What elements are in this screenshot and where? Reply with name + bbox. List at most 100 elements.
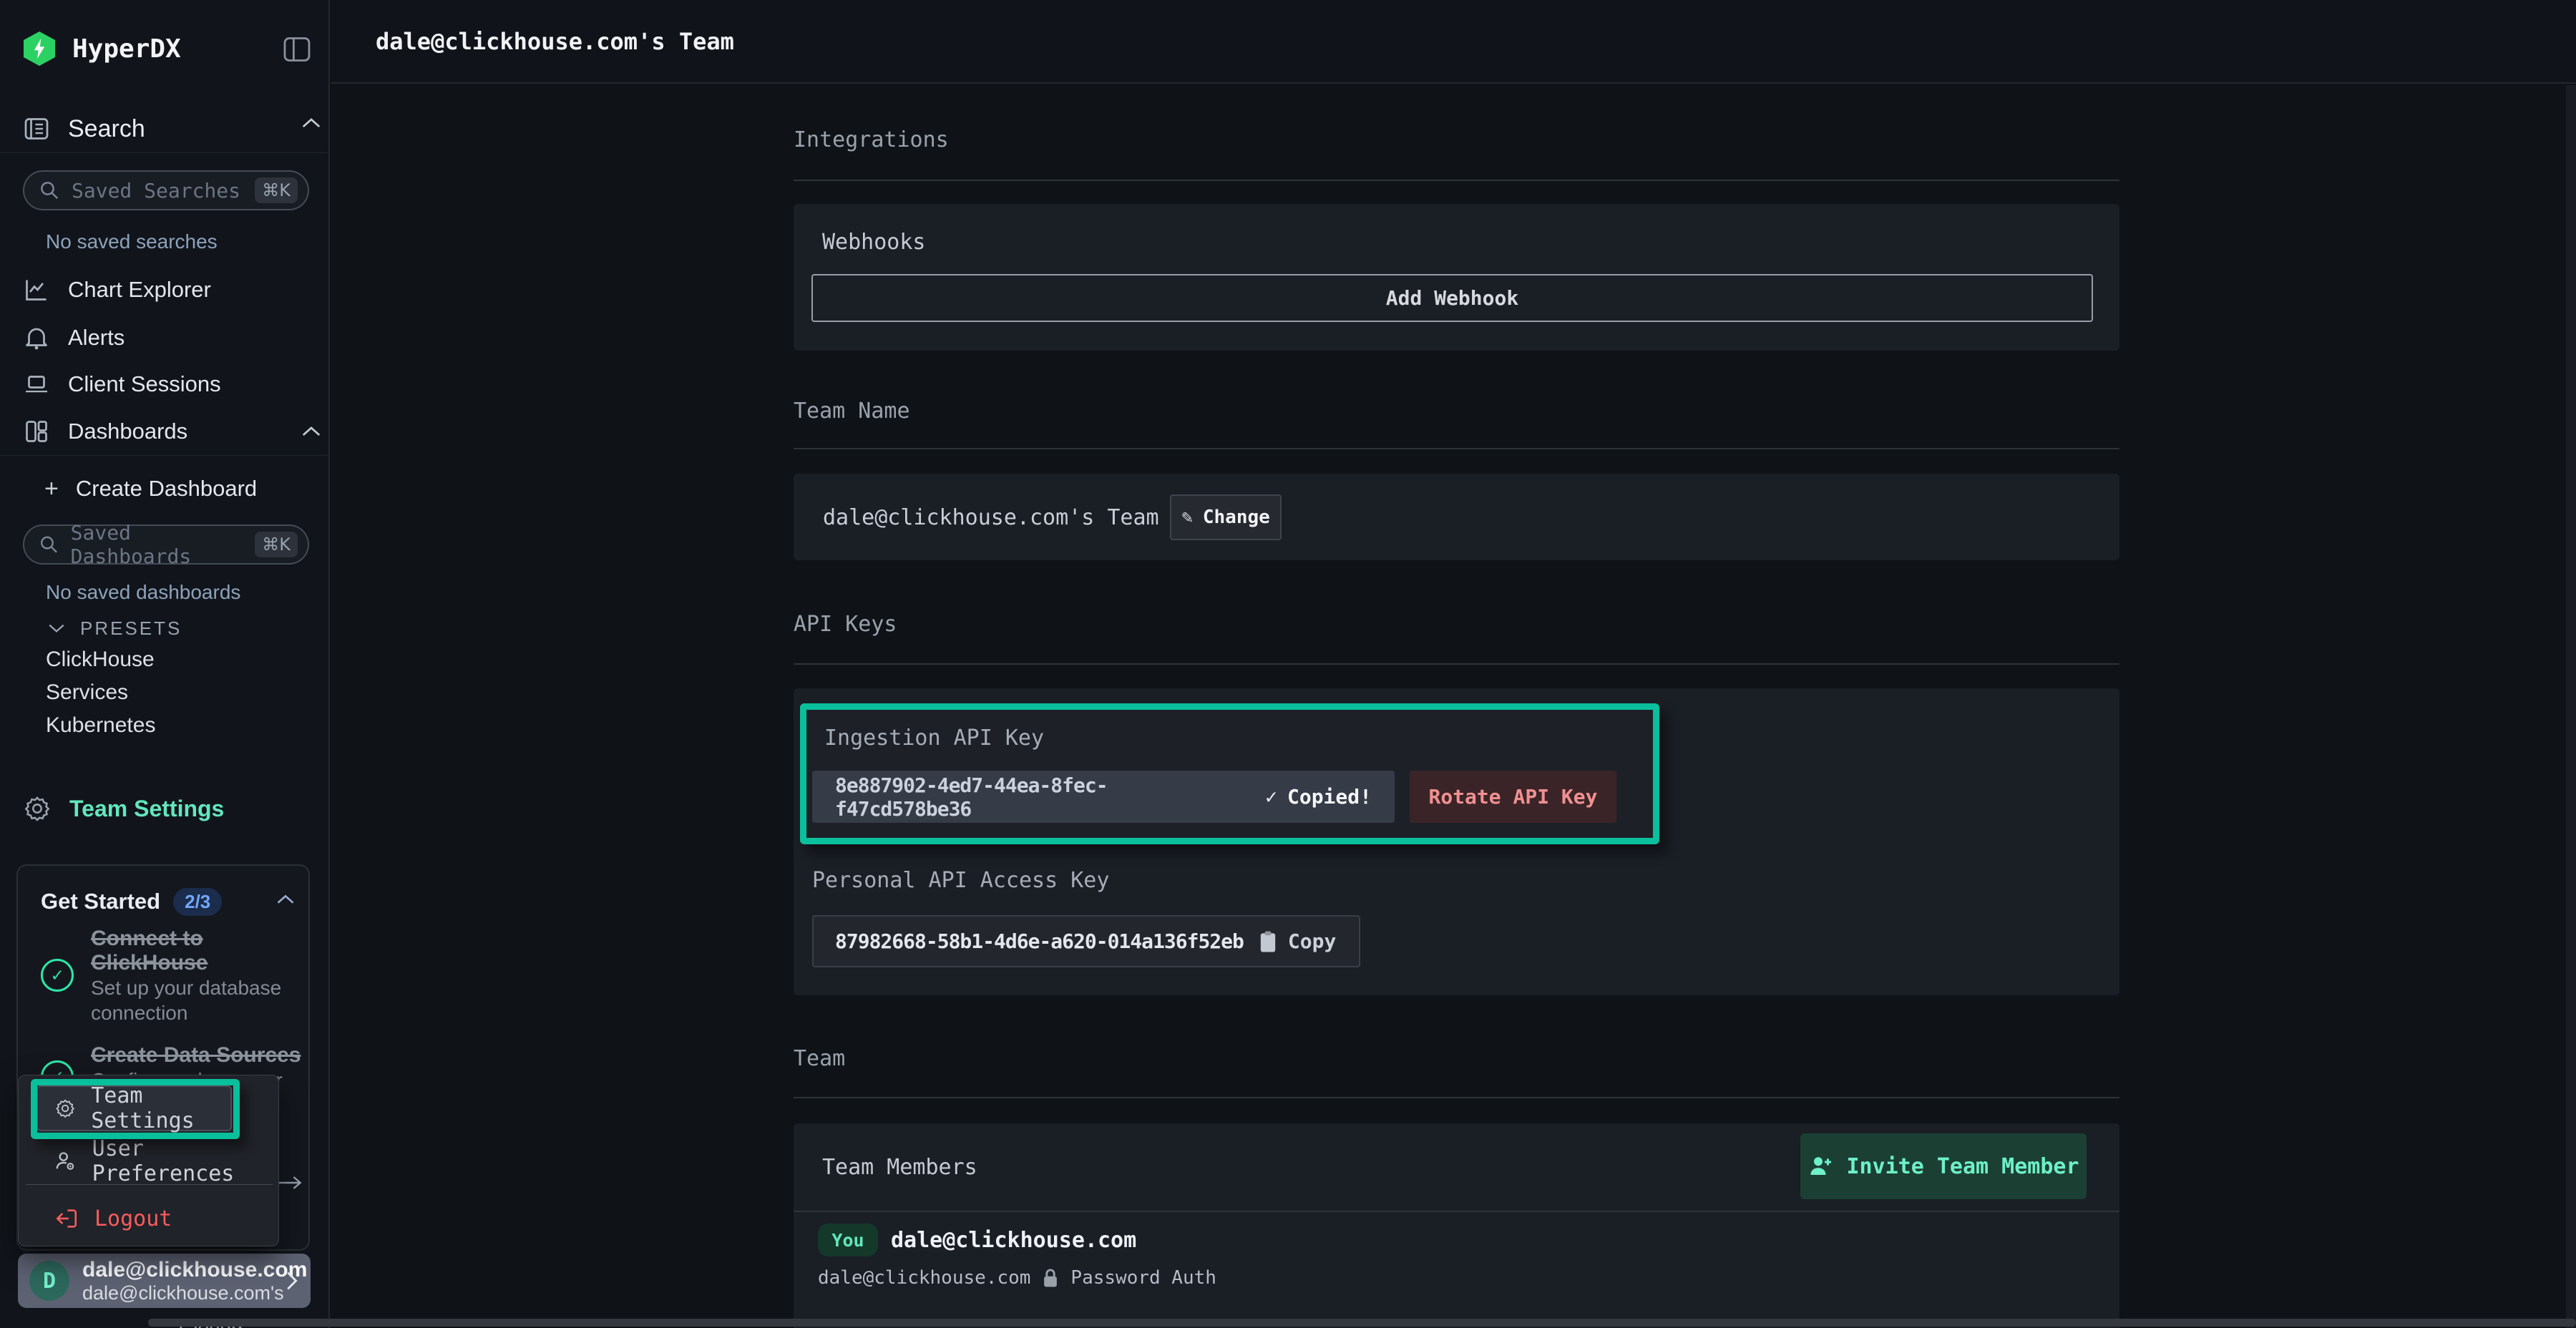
user-gear-icon [54,1149,77,1173]
saved-searches-input[interactable]: Saved Searches ⌘K [23,170,309,210]
collapse-sidebar-button[interactable] [283,37,311,62]
annotation-box-team-settings [31,1079,240,1139]
copy-label: Copy [1288,929,1336,953]
get-started-item-title: ClickHouse [91,951,298,975]
sidebar-item-dashboards[interactable]: Dashboards [24,417,187,446]
sidebar-section-search[interactable]: Search [24,109,145,149]
vertical-scrollbar[interactable] [2566,85,2576,1328]
no-saved-dashboards-text: No saved dashboards [46,581,240,604]
add-webhook-button[interactable]: Add Webhook [811,274,2093,322]
sidebar-item-alerts[interactable]: Alerts [24,323,125,352]
bell-icon [24,325,49,351]
sidebar-item-label: Dashboards [68,419,187,444]
shortcut-badge: ⌘K [255,532,298,557]
preset-services[interactable]: Services [46,680,128,705]
section-title-api-keys: API Keys [794,612,897,637]
plus-icon: + [44,475,59,503]
sidebar-item-label: Client Sessions [68,371,221,397]
section-divider [794,180,2119,181]
menu-item-logout[interactable]: Logout [54,1201,172,1236]
clipboard-icon [1258,930,1278,953]
saved-dashboards-placeholder: Saved Dashboards [71,521,255,568]
preset-kubernetes[interactable]: Kubernetes [46,713,155,738]
no-saved-searches-text: No saved searches [46,230,218,253]
sidebar: HyperDX Search Saved Searches ⌘K No save… [0,0,330,1328]
ingestion-key-value: 8e887902-4ed7-44ea-8fec-f47cd578be36 [835,773,1236,821]
invite-team-member-button[interactable]: Invite Team Member [1800,1133,2087,1199]
sidebar-item-label: Alerts [68,325,125,351]
sidebar-item-team-settings[interactable]: Team Settings [24,793,224,824]
menu-item-user-preferences[interactable]: User Preferences [54,1144,278,1178]
api-keys-panel: Ingestion API Key 8e887902-4ed7-44ea-8fe… [794,688,2119,995]
user-email: dale@clickhouse.com [82,1258,285,1282]
webhooks-panel: Webhooks Add Webhook [794,204,2119,351]
change-label: Change [1203,507,1270,528]
team-settings-label: Team Settings [69,796,224,822]
search-icon [39,534,59,555]
search-section-icon [24,116,49,142]
check-circle-icon: ✓ [41,959,74,992]
app-root: HyperDX Search Saved Searches ⌘K No save… [0,0,2576,1328]
sidebar-item-client-sessions[interactable]: Client Sessions [24,370,221,399]
section-title-integrations: Integrations [794,127,949,152]
user-plus-icon [1807,1153,1833,1179]
personal-key-chip[interactable]: 87982668-58b1-4d6e-a620-014a136f52eb Cop… [812,915,1360,967]
check-icon: ✓ [1265,785,1277,809]
chart-explorer-icon [24,277,49,303]
team-name-panel: dale@clickhouse.com's Team ✎ Change [794,474,2119,560]
pencil-icon: ✎ [1181,507,1193,528]
ingestion-key-label: Ingestion API Key [824,726,1044,751]
chevron-down-icon [47,622,66,635]
saved-searches-placeholder: Saved Searches [72,179,240,202]
team-panel: Team Members Invite Team Member You dale… [794,1123,2119,1328]
hyperdx-logo-icon [24,31,55,66]
chevron-right-icon [285,1269,299,1292]
personal-key-value: 87982668-58b1-4d6e-a620-014a136f52eb [835,929,1244,953]
ingestion-key-chip[interactable]: 8e887902-4ed7-44ea-8fec-f47cd578be36 ✓ C… [812,771,1395,823]
search-collapse-chevron-icon[interactable] [301,116,322,130]
sidebar-divider [0,152,330,153]
preset-clickhouse[interactable]: ClickHouse [46,648,155,672]
member-email: dale@clickhouse.com [818,1267,1030,1289]
you-badge: You [818,1224,878,1256]
section-title-team: Team [794,1046,845,1071]
user-team-name: dale@clickhouse.com's [82,1282,285,1304]
get-started-item-title: Connect to [91,927,298,951]
presets-label: PRESETS [80,617,182,640]
menu-item-label: Logout [94,1206,172,1231]
section-divider [794,663,2119,665]
page-header: dale@clickhouse.com's Team [331,0,2576,84]
gear-icon [24,795,51,822]
get-started-progress-badge: 2/3 [173,888,222,916]
change-team-name-button[interactable]: ✎ Change [1170,494,1282,540]
you-badge-label: You [831,1230,864,1251]
user-account-button[interactable]: D dale@clickhouse.com dale@clickhouse.co… [18,1254,311,1308]
dashboards-collapse-chevron-icon[interactable] [301,424,322,439]
sidebar-item-label: Chart Explorer [68,277,211,303]
search-section-label: Search [68,115,145,143]
horizontal-scrollbar[interactable] [148,1319,2576,1327]
presets-toggle[interactable]: PRESETS [47,615,182,641]
rotate-api-key-label: Rotate API Key [1428,785,1597,809]
team-name-value: dale@clickhouse.com's Team [823,505,1159,530]
lock-icon [1042,1268,1059,1288]
team-members-title: Team Members [822,1155,977,1180]
copied-label: Copied! [1287,785,1372,809]
page-title: dale@clickhouse.com's Team [376,0,734,82]
rotate-api-key-button[interactable]: Rotate API Key [1410,771,1616,823]
get-started-title: Get Started [41,889,160,914]
shortcut-badge: ⌘K [255,177,298,203]
saved-dashboards-input[interactable]: Saved Dashboards ⌘K [23,524,309,565]
member-auth-method: Password Auth [1070,1267,1216,1289]
get-started-collapse-chevron-icon[interactable] [275,893,296,906]
sidebar-item-chart-explorer[interactable]: Chart Explorer [24,275,211,304]
create-dashboard-label: Create Dashboard [76,476,257,502]
menu-item-label: User Preferences [92,1136,278,1186]
logout-icon [54,1206,79,1231]
arrow-right-icon[interactable] [275,1173,304,1192]
personal-key-label: Personal API Access Key [812,868,1109,893]
menu-divider [26,1184,273,1185]
create-dashboard-button[interactable]: + Create Dashboard [44,474,257,503]
webhooks-title: Webhooks [822,230,926,255]
search-icon [39,180,60,201]
